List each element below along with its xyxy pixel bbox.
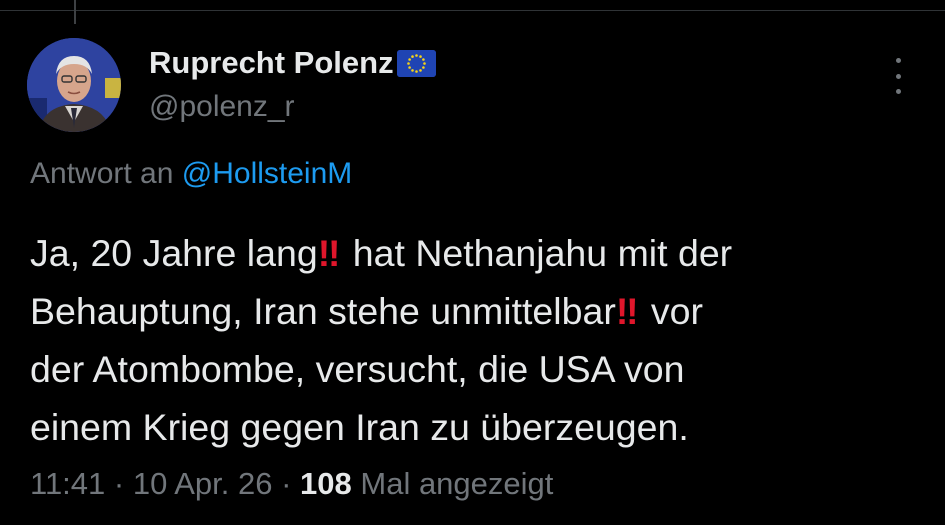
views-label: Mal angezeigt	[351, 466, 554, 501]
dot	[895, 58, 901, 63]
tweet-meta: 11:41 · 10 Apr. 26 · 108 Mal angezeigt	[30, 466, 553, 502]
reply-context: Antwort an @HollsteinM	[30, 157, 352, 191]
tweet-text-segment: vor	[640, 290, 703, 332]
eu-flag-icon	[396, 49, 436, 77]
divider	[0, 10, 945, 11]
views-count[interactable]: 108	[300, 466, 352, 501]
tweet-text: Ja, 20 Jahre lang‼ hat Nethanjahu mit de…	[30, 224, 920, 456]
tweet-text-segment: der Atombombe, versucht, die USA von	[30, 348, 685, 390]
tweet-text-segment: einem Krieg gegen Iran zu überzeugen.	[30, 406, 689, 448]
tweet-line: Ja, 20 Jahre lang‼ hat Nethanjahu mit de…	[30, 224, 920, 282]
author-name-text: Ruprecht Polenz	[149, 45, 394, 80]
tweet-text-segment: Ja, 20 Jahre lang	[30, 232, 318, 274]
dot	[895, 73, 901, 79]
author-handle[interactable]: @polenz_r	[149, 90, 295, 124]
author-name[interactable]: Ruprecht Polenz	[149, 45, 436, 81]
tweet-line: Behauptung, Iran stehe unmittelbar‼ vor	[30, 282, 920, 340]
tweet-text-segment: hat Nethanjahu mit der	[342, 232, 733, 274]
thread-connector	[74, 0, 76, 24]
tweet-line: einem Krieg gegen Iran zu überzeugen.	[30, 398, 920, 456]
tweet-text-segment: Behauptung, Iran stehe unmittelbar	[30, 290, 616, 332]
avatar[interactable]	[27, 38, 121, 132]
meta-separator: ·	[272, 466, 301, 501]
reply-mention-link[interactable]: @HollsteinM	[182, 157, 353, 190]
meta-separator: ·	[105, 466, 133, 501]
more-options-icon[interactable]	[888, 58, 908, 94]
tweet-line: der Atombombe, versucht, die USA von	[30, 340, 920, 398]
reply-prefix: Antwort an	[30, 157, 174, 190]
double-exclamation-emoji-icon: ‼	[615, 290, 639, 332]
double-exclamation-emoji-icon: ‼	[317, 232, 341, 274]
tweet-card: Ruprecht Polenz @polenz_r Antwort an @Ho…	[0, 0, 945, 525]
dot	[895, 89, 901, 94]
tweet-date[interactable]: 10 Apr. 26	[133, 466, 273, 501]
tweet-time[interactable]: 11:41	[30, 466, 105, 501]
avatar-portrait	[27, 38, 121, 132]
